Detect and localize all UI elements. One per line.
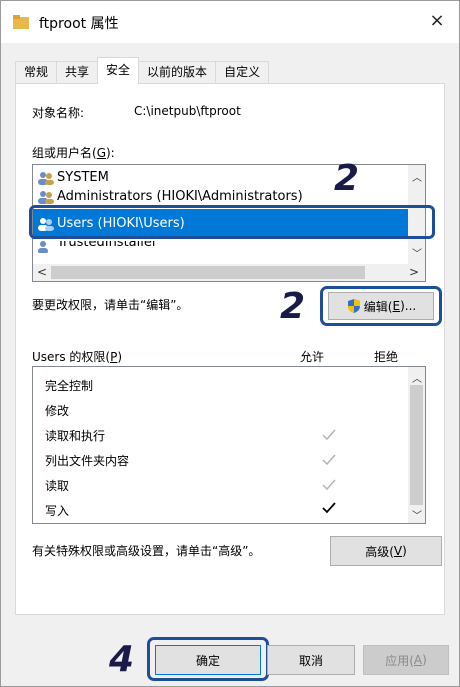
scroll-down-icon[interactable]: ﹀ <box>412 507 422 522</box>
folder-icon <box>13 15 29 29</box>
tab-general[interactable]: 常规 <box>15 61 58 83</box>
allow-column-header: 允许 <box>300 350 325 364</box>
security-panel: 对象名称: C:\inetpub\ftproot 组或用户名(G): SYSTE… <box>15 83 445 615</box>
check-icon <box>322 479 336 491</box>
permissions-list[interactable]: 完全控制 修改 读取和执行 列出文件夹内容 读取 写入 ︿ ﹀ <box>32 366 426 524</box>
permission-read-execute: 读取和执行 <box>45 429 106 443</box>
step-marker-edit: 2 <box>280 286 306 327</box>
selection-highlight-outline <box>29 205 435 239</box>
permission-write: 写入 <box>45 504 70 518</box>
check-icon <box>322 454 336 466</box>
object-name-value: C:\inetpub\ftproot <box>134 104 241 118</box>
permission-full-control: 完全控制 <box>45 379 94 393</box>
object-name-label: 对象名称: <box>32 106 85 120</box>
tab-security[interactable]: 安全 <box>97 57 140 84</box>
edit-button[interactable]: 编辑(E)... <box>328 292 434 320</box>
step-marker-list: 2 <box>334 158 360 199</box>
users-icon <box>38 172 54 185</box>
groups-label: 组或用户名(G): <box>32 146 115 160</box>
change-permissions-hint: 要更改权限，请单击“编辑”。 <box>32 298 189 312</box>
groups-horizontal-scrollbar[interactable]: < > <box>33 264 425 281</box>
scroll-up-icon[interactable]: ︿ <box>412 169 422 184</box>
scroll-thumb[interactable] <box>410 385 423 505</box>
title-bar: ftproot 属性 × <box>1 1 459 43</box>
advanced-hint: 有关特殊权限或高级设置，请单击“高级”。 <box>32 544 261 558</box>
check-icon <box>322 429 336 441</box>
apply-button[interactable]: 应用(A) <box>363 645 449 675</box>
list-item[interactable]: SYSTEM <box>37 168 109 188</box>
list-item[interactable]: Administrators (HIOKI\Administrators) <box>37 187 303 207</box>
scroll-thumb[interactable] <box>51 266 365 279</box>
permissions-scrollbar[interactable]: ︿ ﹀ <box>408 367 425 523</box>
tab-previous-versions[interactable]: 以前的版本 <box>138 61 217 83</box>
close-button[interactable]: × <box>425 9 449 33</box>
permissions-header: Users 的权限(P) <box>32 350 123 364</box>
tab-customize[interactable]: 自定义 <box>215 61 270 83</box>
permission-read: 读取 <box>45 479 70 493</box>
ok-button[interactable]: 确定 <box>155 645 261 675</box>
tab-bar: 常规 共享 安全 以前的版本 自定义 <box>15 57 270 84</box>
scroll-down-icon[interactable]: ﹀ <box>412 245 422 260</box>
users-icon <box>38 241 48 253</box>
users-icon <box>38 191 54 204</box>
scroll-right-icon[interactable]: > <box>409 265 419 279</box>
window-title: ftproot 属性 <box>39 16 119 32</box>
scroll-left-icon[interactable]: < <box>37 265 47 279</box>
shield-icon <box>347 299 360 313</box>
tab-sharing[interactable]: 共享 <box>56 61 99 83</box>
cancel-button[interactable]: 取消 <box>267 645 355 675</box>
advanced-button[interactable]: 高级(V) <box>330 536 442 566</box>
scroll-up-icon[interactable]: ︿ <box>412 370 422 385</box>
list-item[interactable]: TrustedInstaller <box>37 241 157 253</box>
properties-window: ftproot 属性 × 常规 共享 安全 以前的版本 自定义 对象名称: C:… <box>0 0 460 687</box>
step-marker-ok: 4 <box>109 639 135 680</box>
permission-list-folder: 列出文件夹内容 <box>45 454 130 468</box>
permission-modify: 修改 <box>45 404 70 418</box>
check-icon <box>322 502 336 514</box>
deny-column-header: 拒绝 <box>374 350 399 364</box>
